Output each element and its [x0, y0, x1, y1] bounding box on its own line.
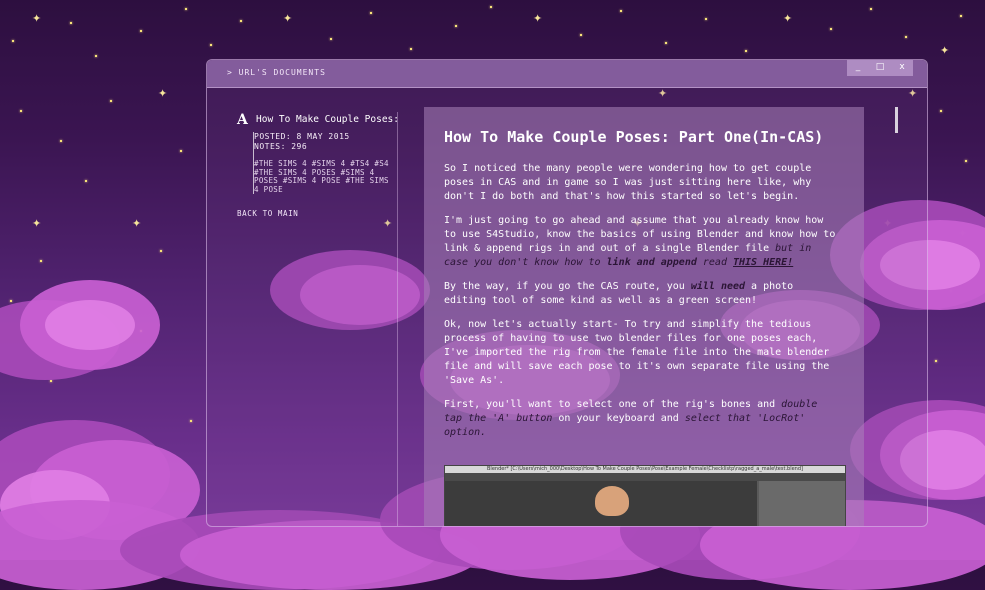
paragraph-2-read: read	[696, 257, 733, 268]
tag-list[interactable]: #the sims 4 #sims 4 #ts4 #s4 #the sims 4…	[254, 159, 394, 194]
blog-logo: A	[237, 112, 248, 128]
sparkle-icon: ✦	[32, 217, 42, 230]
paragraph-3-text: By the way, if you go the CAS route, you	[444, 281, 691, 292]
sparkle-icon: ✦	[132, 217, 142, 230]
screenshot-menubar	[445, 473, 845, 481]
minimize-button[interactable]: _	[847, 60, 869, 76]
paragraph-5-text: First, you'll want to select one of the …	[444, 399, 782, 410]
close-button[interactable]: x	[891, 60, 913, 76]
screenshot-titlebar: Blender* [C:\Users\mich_000\Desktop\How …	[445, 466, 845, 473]
scrollbar-thumb[interactable]	[895, 107, 898, 133]
post-heading-link[interactable]: How To Make Couple Poses:	[256, 114, 399, 125]
window-titlebar[interactable]: > URL'S DOCUMENTS _ □ x	[207, 60, 927, 88]
screenshot-head	[595, 486, 629, 516]
maximize-button[interactable]: □	[869, 60, 891, 76]
paragraph-2: I'm just going to go ahead and assume th…	[444, 214, 836, 270]
paragraph-3: By the way, if you go the CAS route, you…	[444, 280, 836, 308]
blender-screenshot-image: Blender* [C:\Users\mich_000\Desktop\How …	[444, 465, 846, 526]
sparkle-icon: ✦	[940, 44, 950, 57]
posted-date: Posted: 8 May 2015	[254, 132, 350, 141]
notes-count[interactable]: Notes: 296	[254, 142, 394, 152]
document-window: > URL'S DOCUMENTS _ □ x A How To Make Co…	[206, 59, 928, 527]
sparkle-icon: ✦	[32, 12, 42, 25]
back-to-main-link[interactable]: Back to main	[237, 209, 298, 218]
sparkle-icon: ✦	[158, 87, 168, 100]
sidebar: A How To Make Couple Poses: Posted: 8 Ma…	[237, 112, 399, 526]
paragraph-5: First, you'll want to select one of the …	[444, 398, 836, 440]
sparkle-icon: ✦	[533, 12, 543, 25]
paragraph-1: So I noticed the many people were wonder…	[444, 163, 812, 202]
sparkle-icon: ✦	[283, 12, 293, 25]
this-here-link[interactable]: THIS HERE!	[733, 257, 793, 268]
paragraph-4: Ok, now let's actually start- To try and…	[444, 319, 830, 386]
post-content: How To Make Couple Poses: Part One(In-CA…	[424, 107, 864, 526]
sparkle-icon: ✦	[783, 12, 793, 25]
post-title: How To Make Couple Poses: Part One(In-CA…	[444, 128, 824, 146]
post-meta: Posted: 8 May 2015 Notes: 296 #the sims …	[253, 132, 394, 194]
paragraph-5-mid: on your keyboard and	[552, 413, 685, 424]
screenshot-panel	[759, 481, 845, 526]
paragraph-2-bold: link and append	[606, 257, 697, 268]
paragraph-3-bold: will need	[690, 281, 746, 292]
window-title: > URL'S DOCUMENTS	[227, 68, 326, 77]
